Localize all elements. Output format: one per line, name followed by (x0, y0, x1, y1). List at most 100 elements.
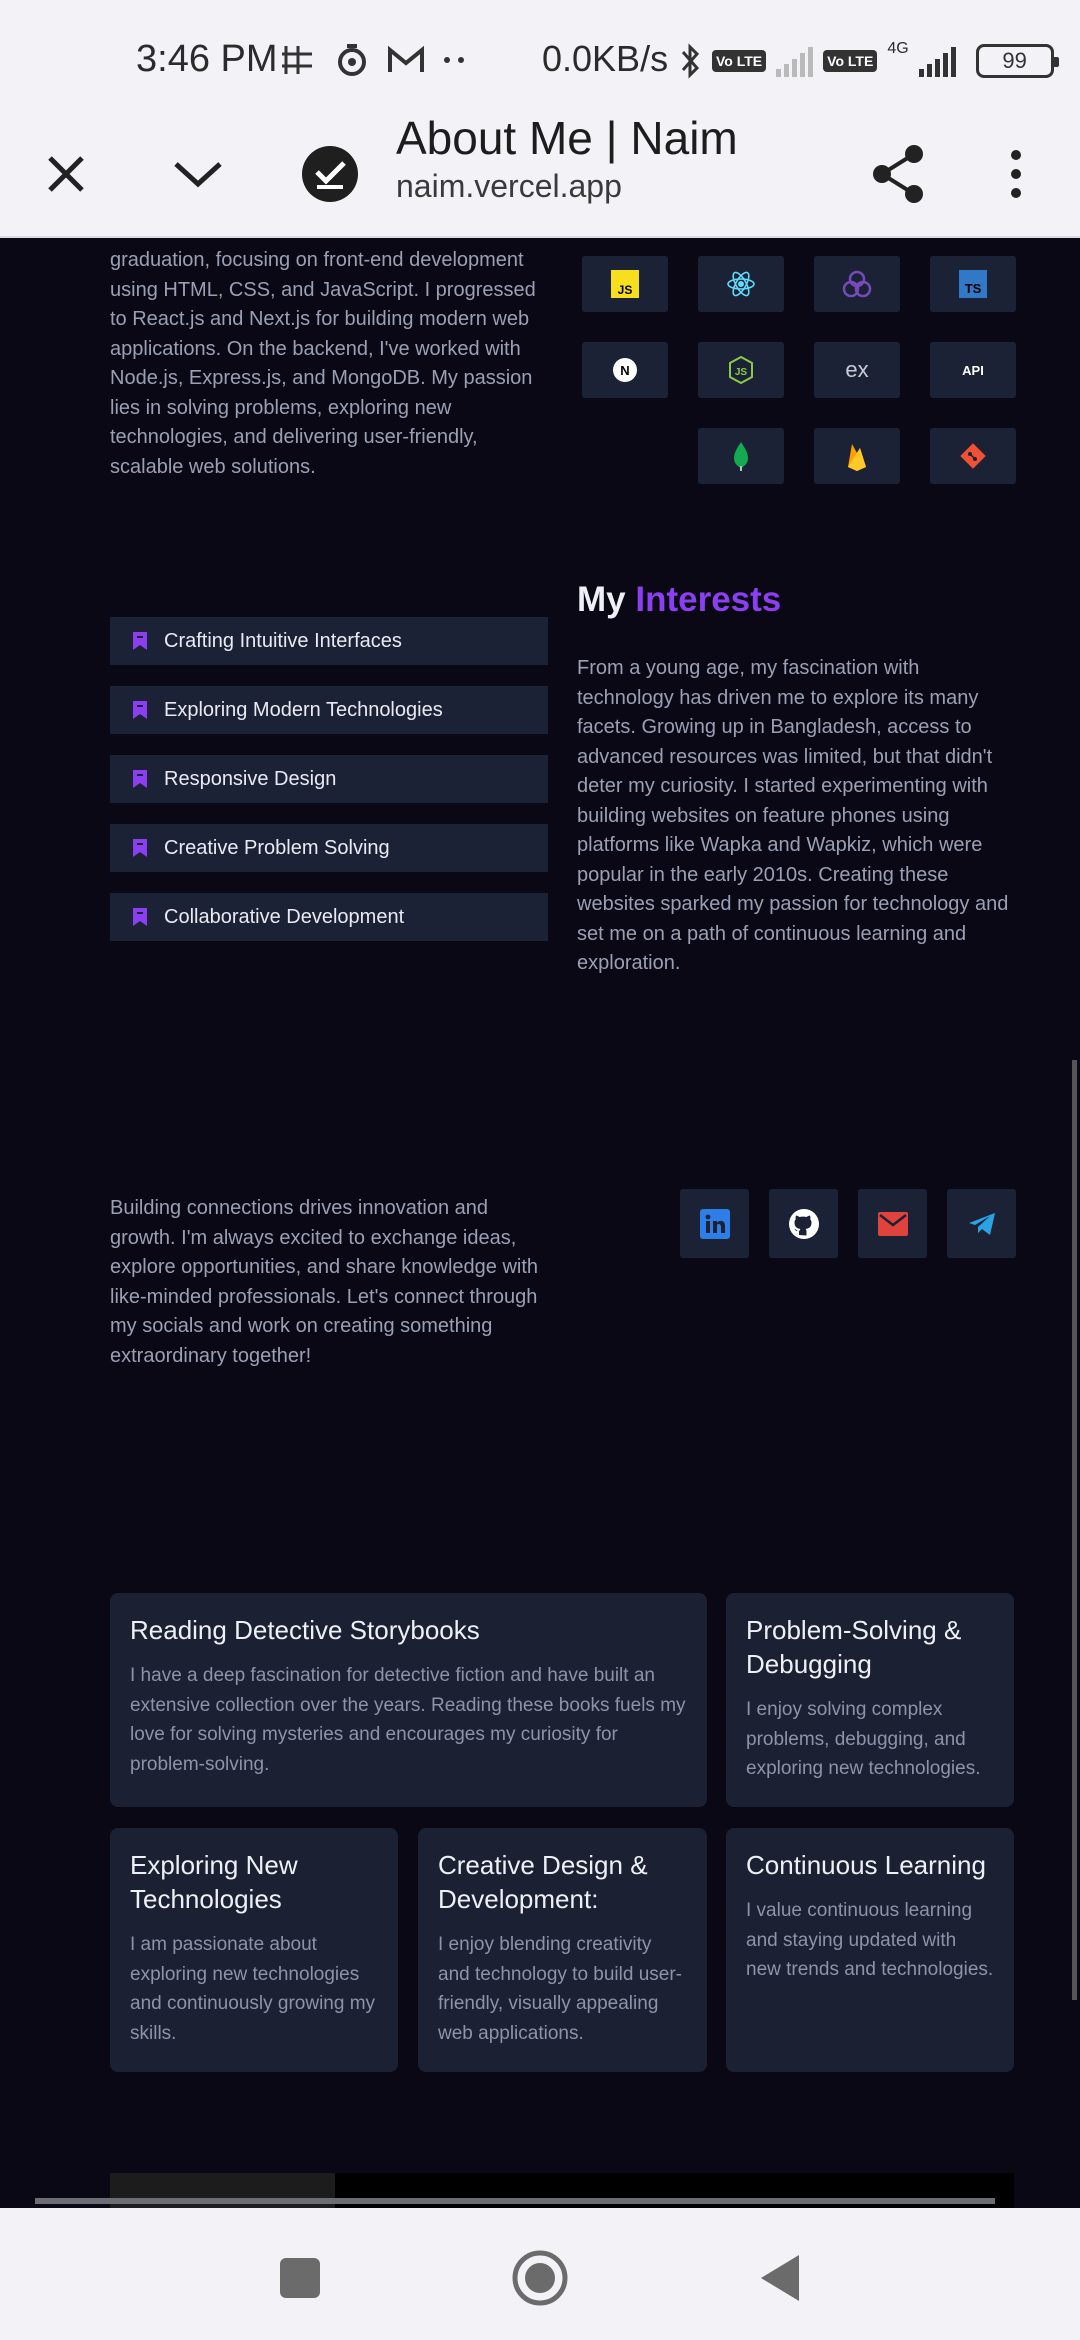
svg-text:ex: ex (845, 358, 868, 382)
skill-git (930, 428, 1016, 484)
signal-bars-sim2 (918, 45, 956, 77)
chevron-down-icon (174, 162, 222, 188)
api-icon: API (962, 363, 984, 378)
mongodb-icon (734, 442, 748, 471)
horizontal-scrollbar[interactable] (35, 2198, 995, 2204)
bookmark-icon (133, 632, 147, 650)
bookmark-icon (133, 770, 147, 788)
home-button[interactable] (500, 2238, 580, 2318)
express-icon: ex (845, 358, 868, 382)
hobby-card: Reading Detective Storybooks I have a de… (110, 1593, 707, 1807)
home-circle-icon (512, 2250, 568, 2306)
close-button[interactable] (16, 110, 116, 238)
network-type: 4G (887, 40, 909, 57)
svg-text:JS: JS (618, 283, 633, 297)
linkedin-icon (699, 1208, 730, 1239)
interests-description: From a young age, my fascination with te… (577, 657, 1009, 974)
skill-nextjs: N (582, 342, 668, 398)
interest-label: Responsive Design (164, 767, 337, 790)
firebase-icon (848, 444, 866, 471)
hobby-card-title: Problem-Solving & Debugging (746, 1615, 962, 1679)
svg-text:N: N (620, 363, 629, 378)
more-notifications-icon (444, 57, 464, 63)
git-icon (960, 443, 986, 469)
volte-badge: Vo LTE (712, 50, 767, 72)
vertical-scrollbar[interactable] (1072, 1060, 1077, 2000)
share-button[interactable] (848, 110, 948, 238)
bluetooth-icon (681, 43, 700, 79)
hobby-card: Creative Design & Development: I enjoy b… (418, 1828, 707, 2072)
verified-button[interactable] (280, 110, 380, 238)
gmail-icon (388, 45, 424, 72)
battery-indicator: 99 (975, 44, 1059, 78)
email-link[interactable] (858, 1189, 927, 1258)
share-icon (873, 145, 923, 203)
skill-firebase (814, 428, 900, 484)
skill-mongodb (698, 428, 784, 484)
hobby-card-title: Continuous Learning (746, 1850, 986, 1880)
hobby-card: Exploring New Technologies I am passiona… (110, 1828, 398, 2072)
interests-list: Crafting Intuitive Interfaces Exploring … (110, 617, 548, 962)
telegram-link[interactable] (947, 1189, 1016, 1258)
more-vertical-icon (1011, 150, 1021, 198)
collapse-button[interactable] (148, 110, 248, 238)
github-icon (788, 1208, 819, 1239)
skill-javascript: JS (582, 256, 668, 312)
about-intro-text: graduation, focusing on front-end develo… (110, 249, 536, 478)
connect-description: Building connections drives innovation a… (110, 1197, 539, 1367)
skill-nodejs: JS (698, 342, 784, 398)
hobby-card-text: I value continuous learning and staying … (746, 1900, 994, 1980)
nextjs-icon: N (613, 358, 637, 382)
recents-square-icon (280, 2258, 320, 2298)
skill-api: API (930, 342, 1016, 398)
bookmark-icon (133, 908, 147, 926)
social-links (680, 1189, 1016, 1258)
hobby-card-text: I have a deep fascination for detective … (130, 1665, 686, 1775)
browser-toolbar: About Me | Naim naim.vercel.app (0, 110, 1080, 238)
linkedin-link[interactable] (680, 1189, 749, 1258)
svg-text:TS: TS (965, 281, 982, 296)
telegram-icon (968, 1212, 995, 1235)
hobby-card-text: I enjoy blending creativity and technolo… (438, 1934, 682, 2044)
interest-label: Creative Problem Solving (164, 836, 390, 859)
verified-check-icon (302, 146, 358, 202)
back-triangle-icon (761, 2255, 799, 2301)
timer-icon (338, 44, 366, 76)
hobby-card: Continuous Learning I value continuous l… (726, 1828, 1014, 2072)
signal-bars-sim1 (776, 45, 814, 77)
status-right: Vo LTE Vo LTE 4G 99 (680, 40, 1059, 80)
notification-icons (278, 40, 468, 80)
back-button[interactable] (740, 2238, 820, 2318)
email-icon (877, 1211, 908, 1236)
interest-item: Collaborative Development (110, 893, 548, 941)
grid-notification-icon (282, 46, 312, 74)
interests-heading-accent: Interests (635, 580, 782, 619)
status-time: 3:46 PM (136, 38, 278, 80)
svg-text:API: API (962, 363, 984, 378)
interests-heading-plain: My (577, 580, 626, 619)
hobby-card: Problem-Solving & Debugging I enjoy solv… (726, 1593, 1014, 1807)
volte-badge-2: Vo LTE (823, 50, 878, 72)
recents-button[interactable] (260, 2238, 340, 2318)
svg-text:JS: JS (735, 367, 748, 378)
skill-redux (814, 256, 900, 312)
skill-react (698, 256, 784, 312)
status-bar: 3:46 PM 0.0KB/s Vo LTE Vo LTE 4G 99 (0, 0, 1080, 110)
interest-item: Responsive Design (110, 755, 548, 803)
nodejs-icon: JS (729, 355, 753, 385)
interest-label: Crafting Intuitive Interfaces (164, 629, 402, 652)
bookmark-icon (133, 701, 147, 719)
interest-item: Exploring Modern Technologies (110, 686, 548, 734)
hobby-card-title: Exploring New Technologies (130, 1850, 298, 1914)
react-icon (727, 271, 755, 297)
interest-item: Crafting Intuitive Interfaces (110, 617, 548, 665)
interest-item: Creative Problem Solving (110, 824, 548, 872)
bookmark-icon (133, 839, 147, 857)
page-url[interactable]: naim.vercel.app (396, 168, 622, 205)
interests-heading: My Interests (577, 580, 781, 620)
net-speed: 0.0KB/s (542, 38, 669, 79)
skill-express: ex (814, 342, 900, 398)
hobby-card-text: I am passionate about exploring new tech… (130, 1934, 376, 2044)
github-link[interactable] (769, 1189, 838, 1258)
more-menu-button[interactable] (966, 110, 1066, 238)
